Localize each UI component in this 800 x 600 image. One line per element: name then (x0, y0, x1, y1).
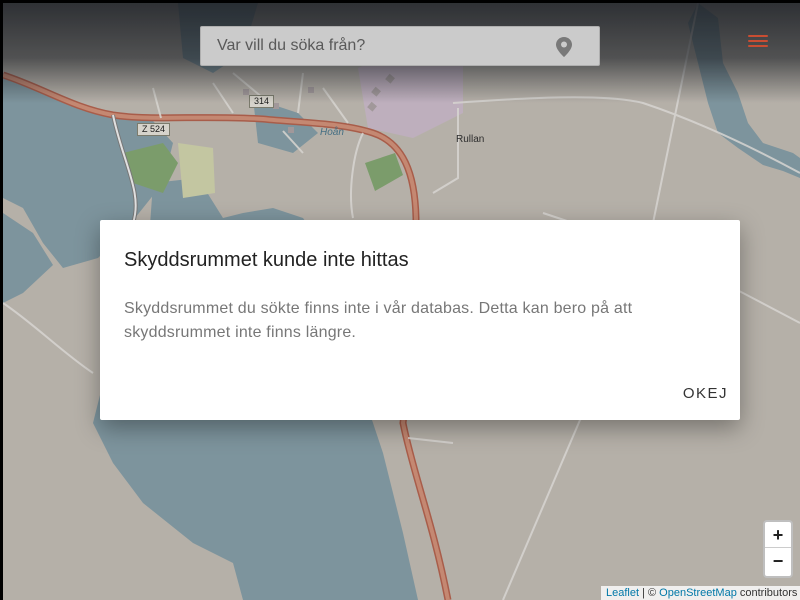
attribution-separator: | © (639, 587, 660, 599)
app-root: 314 Z 524 Rullan Hoån Skyddsrummet kunde… (3, 3, 800, 600)
map-attribution: Leaflet | © OpenStreetMap contributors (601, 586, 800, 600)
zoom-out-button[interactable]: − (765, 548, 791, 574)
attribution-suffix: contributors (736, 587, 798, 599)
leaflet-link[interactable]: Leaflet (606, 587, 639, 599)
openstreetmap-link[interactable]: OpenStreetMap (659, 587, 737, 599)
zoom-control: + − (763, 520, 793, 578)
dialog-title: Skyddsrummet kunde inte hittas (124, 249, 409, 271)
dialog-message: Skyddsrummet du sökte finns inte i vår d… (124, 300, 633, 341)
zoom-in-button[interactable]: + (765, 522, 791, 548)
ok-button[interactable]: OKEJ (664, 378, 728, 408)
error-dialog: Skyddsrummet kunde inte hittas Skyddsrum… (100, 220, 740, 420)
